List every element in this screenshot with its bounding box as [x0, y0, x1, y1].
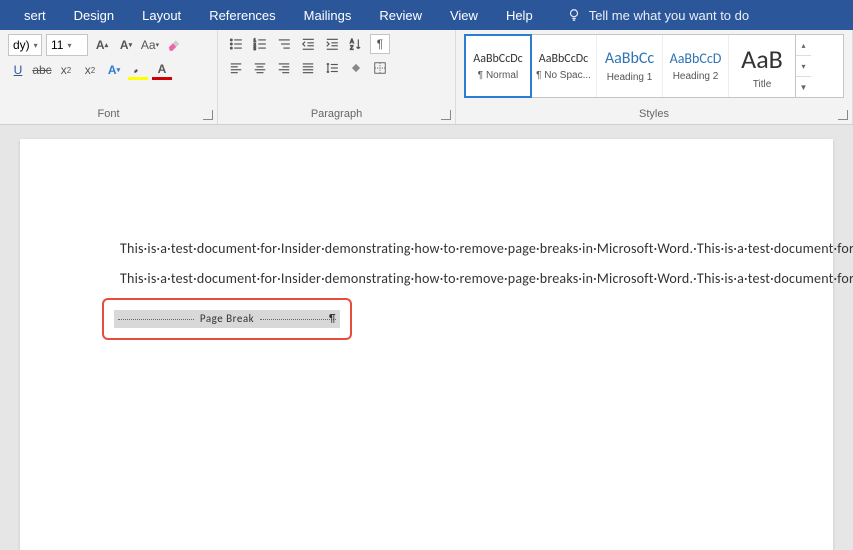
font-name-value: dy) — [13, 38, 30, 52]
multilevel-icon — [277, 37, 291, 51]
increase-font-size-button[interactable]: A▴ — [92, 35, 112, 55]
style-name: Heading 1 — [607, 72, 653, 83]
multilevel-list-button[interactable] — [274, 34, 294, 54]
style-normal[interactable]: AaBbCcDc ¶ Normal — [465, 35, 531, 97]
menu-insert[interactable]: sert — [10, 8, 60, 23]
page-break-highlight: Page Break ¶ — [102, 298, 352, 340]
change-case-button[interactable]: Aa▾ — [140, 35, 160, 55]
eraser-icon — [167, 38, 181, 52]
menu-view[interactable]: View — [436, 8, 492, 23]
style-heading-2[interactable]: AaBbCcD Heading 2 — [663, 35, 729, 97]
style-title[interactable]: AaB Title — [729, 35, 795, 97]
style-no-spacing[interactable]: AaBbCcDc ¶ No Spac... — [531, 35, 597, 97]
decrease-indent-icon — [301, 37, 315, 51]
clear-formatting-button[interactable] — [164, 35, 184, 55]
superscript-button[interactable]: x2 — [80, 60, 100, 80]
subscript-button[interactable]: x2 — [56, 60, 76, 80]
highlight-color-button[interactable] — [128, 60, 148, 80]
paint-bucket-icon — [349, 61, 363, 75]
decrease-indent-button[interactable] — [298, 34, 318, 54]
align-right-icon — [277, 61, 291, 75]
font-group-label: Font — [8, 108, 209, 122]
gallery-up-icon[interactable]: ▴ — [796, 35, 811, 56]
style-name: ¶ No Spac... — [536, 70, 591, 81]
font-size-combo[interactable]: 11▾ — [46, 34, 88, 56]
menu-mailings[interactable]: Mailings — [290, 8, 366, 23]
styles-group-label: Styles — [464, 108, 844, 122]
styles-dialog-launcher[interactable] — [838, 110, 848, 120]
style-name: Heading 2 — [673, 71, 719, 82]
svg-text:Z: Z — [350, 45, 354, 51]
style-sample: AaB — [741, 43, 783, 75]
tell-me-label: Tell me what you want to do — [589, 8, 749, 23]
style-sample: AaBbCcD — [670, 50, 722, 67]
numbering-icon: 123 — [253, 37, 267, 51]
page-break-indicator[interactable]: Page Break ¶ — [114, 310, 340, 328]
styles-gallery-scroll[interactable]: ▴ ▾ ▼ — [795, 35, 811, 97]
group-styles: AaBbCcDc ¶ Normal AaBbCcDc ¶ No Spac... … — [456, 30, 853, 124]
highlighter-icon — [133, 64, 143, 74]
menu-references[interactable]: References — [195, 8, 289, 23]
line-spacing-button[interactable] — [322, 58, 342, 78]
gallery-down-icon[interactable]: ▾ — [796, 56, 811, 77]
paragraph-2[interactable]: This·is·a·test·document·for·Insider·demo… — [120, 269, 733, 289]
bullets-button[interactable] — [226, 34, 246, 54]
increase-indent-button[interactable] — [322, 34, 342, 54]
align-center-icon — [253, 61, 267, 75]
menu-bar: sert Design Layout References Mailings R… — [0, 0, 853, 30]
align-left-icon — [229, 61, 243, 75]
line-spacing-icon — [325, 61, 339, 75]
align-center-button[interactable] — [250, 58, 270, 78]
align-left-button[interactable] — [226, 58, 246, 78]
shading-button[interactable] — [346, 58, 366, 78]
increase-indent-icon — [325, 37, 339, 51]
svg-text:3: 3 — [254, 46, 257, 51]
justify-icon — [301, 61, 315, 75]
tell-me-search[interactable]: Tell me what you want to do — [567, 8, 749, 23]
justify-button[interactable] — [298, 58, 318, 78]
page-break-label: Page Break — [198, 311, 256, 326]
style-sample: AaBbCcDc — [473, 52, 522, 66]
strikethrough-button[interactable]: abc — [32, 60, 52, 80]
document-page[interactable]: This·is·a·test·document·for·Insider·demo… — [20, 139, 833, 550]
group-paragraph: 123 AZ ¶ — [218, 30, 456, 124]
styles-gallery: AaBbCcDc ¶ Normal AaBbCcDc ¶ No Spac... … — [464, 34, 844, 98]
group-font: dy)▾ 11▾ A▴ A▾ Aa▾ U abc x2 x2 A▾ — [0, 30, 218, 124]
show-hide-pilcrow-button[interactable]: ¶ — [370, 34, 390, 54]
style-name: ¶ Normal — [478, 70, 518, 81]
style-name: Title — [753, 79, 772, 90]
svg-text:A: A — [350, 39, 354, 45]
menu-review[interactable]: Review — [365, 8, 436, 23]
menu-layout[interactable]: Layout — [128, 8, 195, 23]
style-sample: AaBbCcDc — [539, 52, 588, 66]
style-heading-1[interactable]: AaBbCc Heading 1 — [597, 35, 663, 97]
menu-design[interactable]: Design — [60, 8, 128, 23]
borders-icon — [373, 61, 387, 75]
document-workspace: This·is·a·test·document·for·Insider·demo… — [0, 125, 853, 550]
decrease-font-size-button[interactable]: A▾ — [116, 35, 136, 55]
align-right-button[interactable] — [274, 58, 294, 78]
paragraph-1[interactable]: This·is·a·test·document·for·Insider·demo… — [120, 239, 733, 259]
font-name-combo[interactable]: dy)▾ — [8, 34, 42, 56]
pilcrow-mark: ¶ — [329, 311, 336, 326]
underline-button[interactable]: U — [8, 60, 28, 80]
borders-button[interactable] — [370, 58, 390, 78]
font-size-value: 11 — [51, 38, 63, 52]
style-sample: AaBbCc — [605, 49, 654, 68]
menu-help[interactable]: Help — [492, 8, 547, 23]
sort-icon: AZ — [349, 37, 363, 51]
bullets-icon — [229, 37, 243, 51]
paragraph-dialog-launcher[interactable] — [441, 110, 451, 120]
sort-button[interactable]: AZ — [346, 34, 366, 54]
ribbon: dy)▾ 11▾ A▴ A▾ Aa▾ U abc x2 x2 A▾ — [0, 30, 853, 125]
lightbulb-icon — [567, 8, 581, 22]
font-color-button[interactable]: A — [152, 60, 172, 80]
font-dialog-launcher[interactable] — [203, 110, 213, 120]
text-effects-button[interactable]: A▾ — [104, 60, 124, 80]
paragraph-group-label: Paragraph — [226, 108, 447, 122]
gallery-more-icon[interactable]: ▼ — [796, 77, 811, 97]
numbering-button[interactable]: 123 — [250, 34, 270, 54]
